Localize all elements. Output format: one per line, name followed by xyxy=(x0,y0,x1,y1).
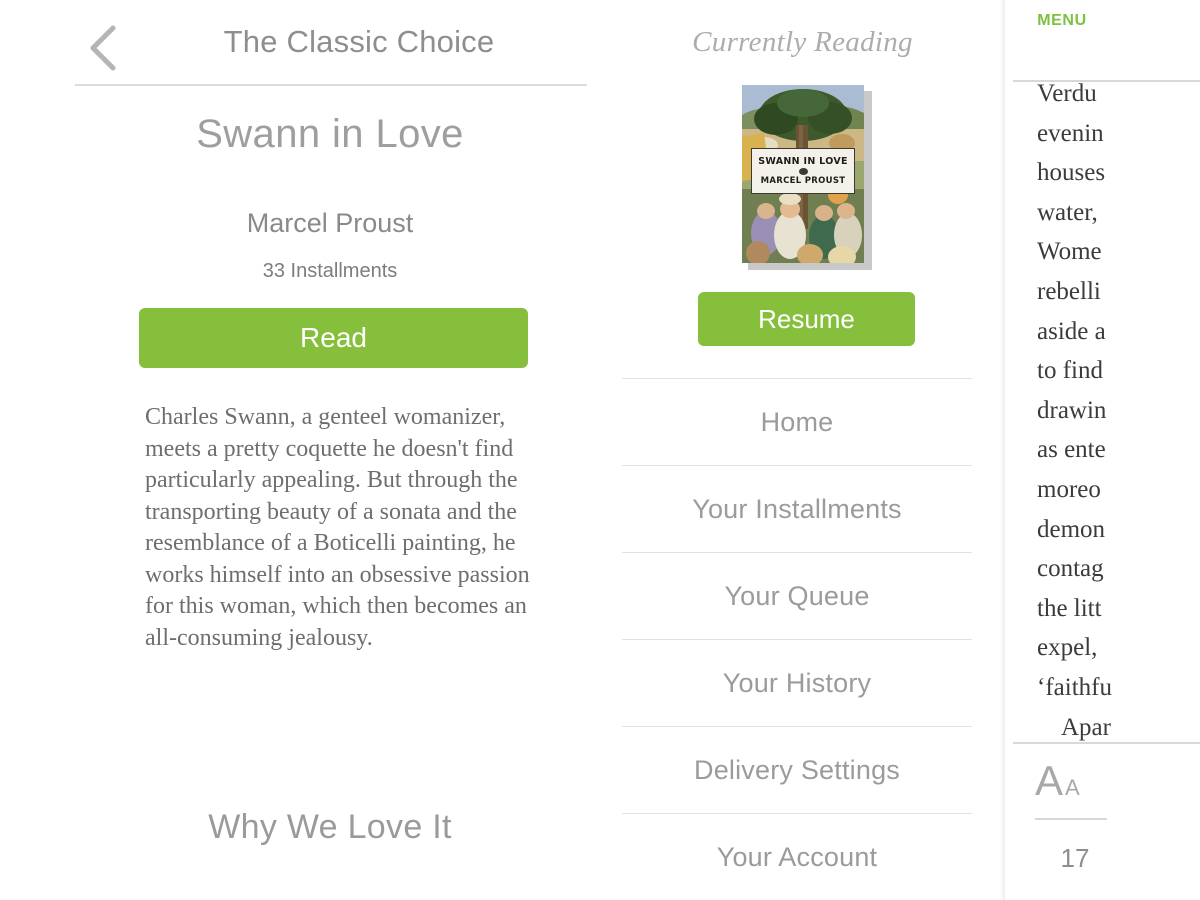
reader-line: to find xyxy=(1037,357,1103,385)
oval-emblem-icon xyxy=(798,168,808,175)
nav-item-your-history[interactable]: Your History xyxy=(622,639,972,726)
font-size-large-letter: A xyxy=(1035,757,1064,804)
currently-reading-label: Currently Reading xyxy=(692,26,913,58)
reader-line: Verdu xyxy=(1037,80,1097,107)
book-detail-column: The Classic Choice Swann in Love Marcel … xyxy=(0,0,600,900)
back-button[interactable] xyxy=(75,20,131,76)
reader-line: houses xyxy=(1037,159,1106,187)
reader-line: demon xyxy=(1037,515,1106,543)
reader-line: the litt xyxy=(1037,594,1102,622)
font-size-control[interactable]: A A xyxy=(1035,760,1115,802)
reader-line: moreo xyxy=(1037,475,1101,503)
why-we-love-it-heading: Why We Love It xyxy=(208,808,452,846)
reader-line: as ente xyxy=(1037,436,1106,464)
book-description: Charles Swann, a genteel womanizer, meet… xyxy=(145,404,530,651)
navigation-column: Currently Reading SWANN IN LOVE MARCEL P… xyxy=(600,0,1005,900)
reader-line: rebelli xyxy=(1037,277,1101,305)
menu-label: MENU xyxy=(1037,12,1087,29)
read-button[interactable]: Read xyxy=(139,308,528,368)
page-number: 17 xyxy=(1060,843,1090,873)
nav-item-your-installments[interactable]: Your Installments xyxy=(622,465,972,552)
cover-artwork[interactable]: SWANN IN LOVE MARCEL PROUST xyxy=(742,85,864,263)
reader-panel: MENU Verdu evenin houses water, Wome rebelli a… xyxy=(1005,0,1200,900)
reader-line: ‘faithfu xyxy=(1037,673,1112,701)
reader-line: expel, xyxy=(1037,634,1098,662)
main-navigation: Home Your Installments Your Queue Your H… xyxy=(622,378,972,900)
reader-line: water, xyxy=(1037,198,1098,226)
cover-title-text: SWANN IN LOVE xyxy=(758,155,848,167)
resume-button[interactable]: Resume xyxy=(698,292,915,346)
reader-line: contag xyxy=(1037,555,1104,583)
app-root: The Classic Choice Swann in Love Marcel … xyxy=(0,0,1200,900)
reader-line: evenin xyxy=(1037,119,1104,147)
chevron-left-icon xyxy=(88,25,118,71)
reader-line: Wome xyxy=(1037,238,1102,266)
current-book-cover: SWANN IN LOVE MARCEL PROUST xyxy=(742,85,872,270)
reader-line: drawin xyxy=(1037,396,1107,424)
reader-body-text: Verdu evenin houses water, Wome rebelli aside … xyxy=(1037,74,1200,747)
installment-count: 33 Installments xyxy=(262,260,398,282)
cover-title-label: SWANN IN LOVE MARCEL PROUST xyxy=(751,148,855,194)
reader-footer-divider xyxy=(1013,742,1200,744)
book-author: Marcel Proust xyxy=(246,208,414,238)
nav-item-your-queue[interactable]: Your Queue xyxy=(622,552,972,639)
nav-item-delivery-settings[interactable]: Delivery Settings xyxy=(622,726,972,813)
book-detail-header: The Classic Choice xyxy=(75,14,587,86)
reader-line: aside a xyxy=(1037,317,1106,345)
page-title: The Classic Choice xyxy=(223,24,495,59)
nav-item-your-account[interactable]: Your Account xyxy=(622,813,972,900)
book-title: Swann in Love xyxy=(196,112,464,156)
font-size-underline xyxy=(1035,818,1107,820)
font-size-small-letter: A xyxy=(1065,775,1080,800)
menu-toggle-button[interactable]: MENU xyxy=(1027,10,1097,30)
nav-item-home[interactable]: Home xyxy=(622,378,972,465)
cover-author-text: MARCEL PROUST xyxy=(760,176,846,186)
